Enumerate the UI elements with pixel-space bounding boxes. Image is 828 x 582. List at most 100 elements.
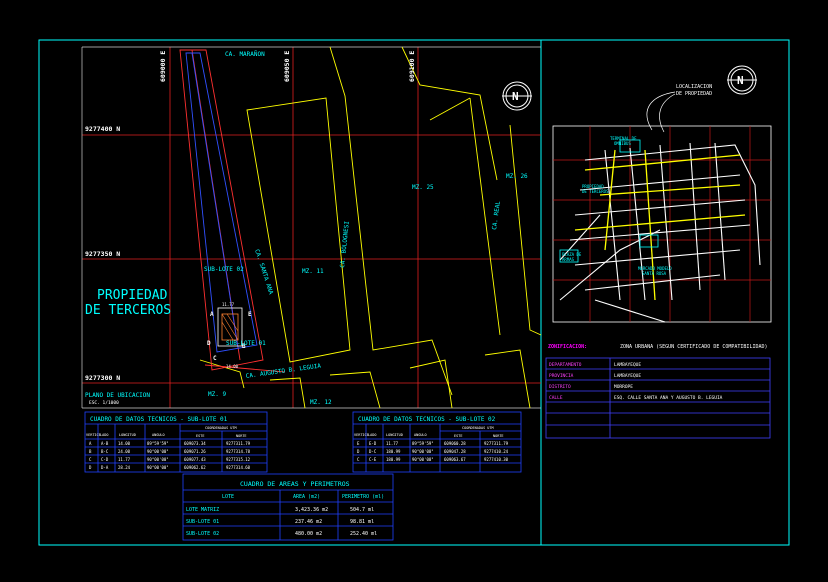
table-02-cell: 609060.28 bbox=[444, 441, 466, 446]
north-label: N bbox=[512, 90, 519, 103]
northing-label-1: 9277400 N bbox=[85, 125, 120, 133]
areas-header-lote: LOTE bbox=[222, 494, 234, 500]
table-01-cell: 9277311.79 bbox=[226, 441, 251, 446]
table-01-cell: 11.77 bbox=[118, 457, 131, 462]
areas-cell: 237.46 m2 bbox=[295, 519, 322, 525]
areas-cell: 3,423.36 m2 bbox=[295, 507, 328, 513]
table-01-cell: 24.00 bbox=[118, 449, 131, 454]
table-02-header: LADO bbox=[368, 433, 376, 437]
table-02-headers: VERTICE LADO LONGITUD ANGULO ESTE NORTE bbox=[354, 433, 504, 438]
map-annotation-2: DE PROPIEDAD bbox=[676, 91, 712, 97]
table-01-cell: 9277315.12 bbox=[226, 457, 251, 462]
info-label-provincia: PROVINCIA bbox=[549, 373, 574, 379]
areas-cell: 504.7 ml bbox=[350, 507, 374, 513]
map-label-plaza-2: ARMAS bbox=[562, 257, 575, 262]
vertex-e: E bbox=[248, 311, 252, 318]
dimension-b: 14.00 bbox=[226, 364, 239, 369]
table-02-cell: 11.77 bbox=[386, 441, 399, 446]
vertex-a: A bbox=[210, 311, 214, 318]
table-01-cell: 9277314.78 bbox=[226, 449, 251, 454]
table-02-cell: 609047.28 bbox=[444, 449, 466, 454]
block-mz11: MZ. 11 bbox=[302, 268, 324, 275]
north-label-2: N bbox=[737, 74, 744, 87]
table-02-header: LONGITUD bbox=[386, 433, 403, 437]
cad-drawing: A B C D E 609000 E 609050 E 609100 E 927… bbox=[38, 39, 790, 546]
table-01-group-header: COORDENADAS UTM bbox=[205, 426, 237, 430]
sublot-polygon bbox=[185, 52, 258, 353]
areas-cell: SUB-LOTE 02 bbox=[186, 531, 219, 537]
table-01-cell: A-B bbox=[101, 441, 109, 446]
map-annotation-1: LOCALIZACION bbox=[676, 84, 712, 90]
table-02-header: NORTE bbox=[493, 434, 504, 438]
map-main-roads bbox=[574, 149, 746, 301]
table-02-group-header: COORDENADAS UTM bbox=[462, 426, 494, 430]
table-02-cell: 90°00'00" bbox=[412, 449, 434, 454]
table-01-cell: C bbox=[89, 457, 92, 462]
tercero-line-2: DE TERCEROS bbox=[85, 303, 171, 318]
scale-label: ESC. 1/1000 bbox=[89, 400, 119, 406]
grid-labels: 609000 E 609050 E 609100 E 9277400 N 927… bbox=[85, 51, 416, 382]
table-01-cell: 90°00'00" bbox=[147, 449, 169, 454]
info-block: ZONIFICACION: ZONA URBANA (SEGUN CERTIFI… bbox=[545, 344, 771, 439]
plano-ubicacion: PLANO DE UBICACION bbox=[85, 392, 150, 399]
table-02-cell: 180.99 bbox=[386, 449, 401, 454]
street-labels: CA. MARAÑON CA. REAL CA. BOLOGNESI CA. S… bbox=[85, 51, 528, 406]
table-02-cell: 9277410.30 bbox=[484, 457, 509, 462]
table-02-cell: 89°59'59" bbox=[412, 441, 434, 446]
table-01-cell: 609071.26 bbox=[184, 449, 206, 454]
table-areas: CUADRO DE AREAS Y PERIMETROS LOTE AREA (… bbox=[182, 473, 394, 541]
table-01-headers: VERTICE LADO LONGITUD ANGULO ESTE NORTE bbox=[86, 433, 247, 438]
utm-grid bbox=[82, 47, 541, 408]
sublote-01-label: SUB-LOTE 01 bbox=[226, 340, 266, 347]
table-02-cell: 90°00'00" bbox=[412, 457, 434, 462]
table-02-cell: E bbox=[357, 441, 360, 446]
block-mz26: MZ. 26 bbox=[506, 173, 528, 180]
table-01-cell: B-C bbox=[101, 449, 109, 454]
block-mz12: MZ. 12 bbox=[310, 399, 332, 406]
northing-label-3: 9277300 N bbox=[85, 374, 120, 382]
table-02-cell: 609063.67 bbox=[444, 457, 466, 462]
table-01-header: LONGITUD bbox=[119, 433, 136, 437]
table-01-cell: 89°59'59" bbox=[147, 441, 169, 446]
map-label-mercado-2: SANTA ROSA bbox=[642, 271, 667, 276]
table-01-header: ESTE bbox=[196, 434, 204, 438]
table-01-cell: C-D bbox=[101, 457, 109, 462]
zonificacion-value: ZONA URBANA (SEGUN CERTIFICADO DE COMPAT… bbox=[620, 344, 768, 350]
block-mz25: MZ. 25 bbox=[412, 184, 434, 191]
table-02-cell: 9277311.79 bbox=[484, 441, 509, 446]
table-01-cell: 90°00'00" bbox=[147, 465, 169, 470]
table-01-cell: 609073.34 bbox=[184, 441, 206, 446]
table-01-cell: 90°00'00" bbox=[147, 457, 169, 462]
table-02-header: ANGULO bbox=[414, 433, 427, 437]
info-value-departamento: LAMBAYEQUE bbox=[614, 362, 641, 368]
street-augusto: CA. AUGUSTO B. LEGUIA bbox=[245, 362, 321, 380]
table-02-rows: E E-D 11.77 89°59'59" 609060.28 9277311.79 D D-… bbox=[357, 441, 509, 462]
table-01-cell: D-A bbox=[101, 465, 109, 470]
city-blocks bbox=[199, 46, 542, 409]
block-mz9: MZ. 9 bbox=[208, 391, 226, 398]
table-02-cell: D bbox=[357, 449, 360, 454]
info-value-provincia: LAMBAYEQUE bbox=[614, 373, 641, 379]
info-rows: DEPARTAMENTO LAMBAYEQUE PROVINCIA LAMBAY… bbox=[549, 362, 723, 401]
street-maranon: CA. MARAÑON bbox=[225, 51, 265, 58]
info-label-calle: CALLE bbox=[549, 395, 563, 401]
table-01-cell: 609077.43 bbox=[184, 457, 206, 462]
areas-headers: LOTE AREA (m2) PERIMETRO (ml) bbox=[222, 494, 384, 500]
street-santa-ana: CA. SANTA ANA bbox=[253, 248, 274, 295]
areas-title: CUADRO DE AREAS Y PERIMETROS bbox=[240, 480, 350, 488]
north-arrow-icon-2: N bbox=[727, 65, 757, 95]
areas-cell: SUB-LOTE 01 bbox=[186, 519, 219, 525]
table-01-cell: A bbox=[89, 441, 92, 446]
third-party-label: PROPIEDAD DE TERCEROS bbox=[85, 288, 171, 318]
table-sublote-02: CUADRO DE DATOS TECNICOS - SUB-LOTE 02 C… bbox=[352, 411, 522, 473]
table-01-cell: D bbox=[89, 465, 92, 470]
table-01-cell: 609062.62 bbox=[184, 465, 206, 470]
info-label-distrito: DISTRITO bbox=[549, 384, 571, 390]
site-plan: A B C D E 609000 E 609050 E 609100 E 927… bbox=[81, 46, 542, 409]
map-label-propiedad-2: DE TERCEROS bbox=[582, 189, 609, 194]
info-value-calle: ESQ. CALLE SANTA ANA Y AUGUSTO B. LEGUIA bbox=[614, 395, 723, 401]
table-02-title: CUADRO DE DATOS TECNICOS - SUB-LOTE 02 bbox=[358, 416, 496, 423]
vertex-d: D bbox=[207, 340, 211, 347]
info-label-departamento: DEPARTAMENTO bbox=[549, 362, 582, 368]
table-02-header: ESTE bbox=[454, 434, 462, 438]
